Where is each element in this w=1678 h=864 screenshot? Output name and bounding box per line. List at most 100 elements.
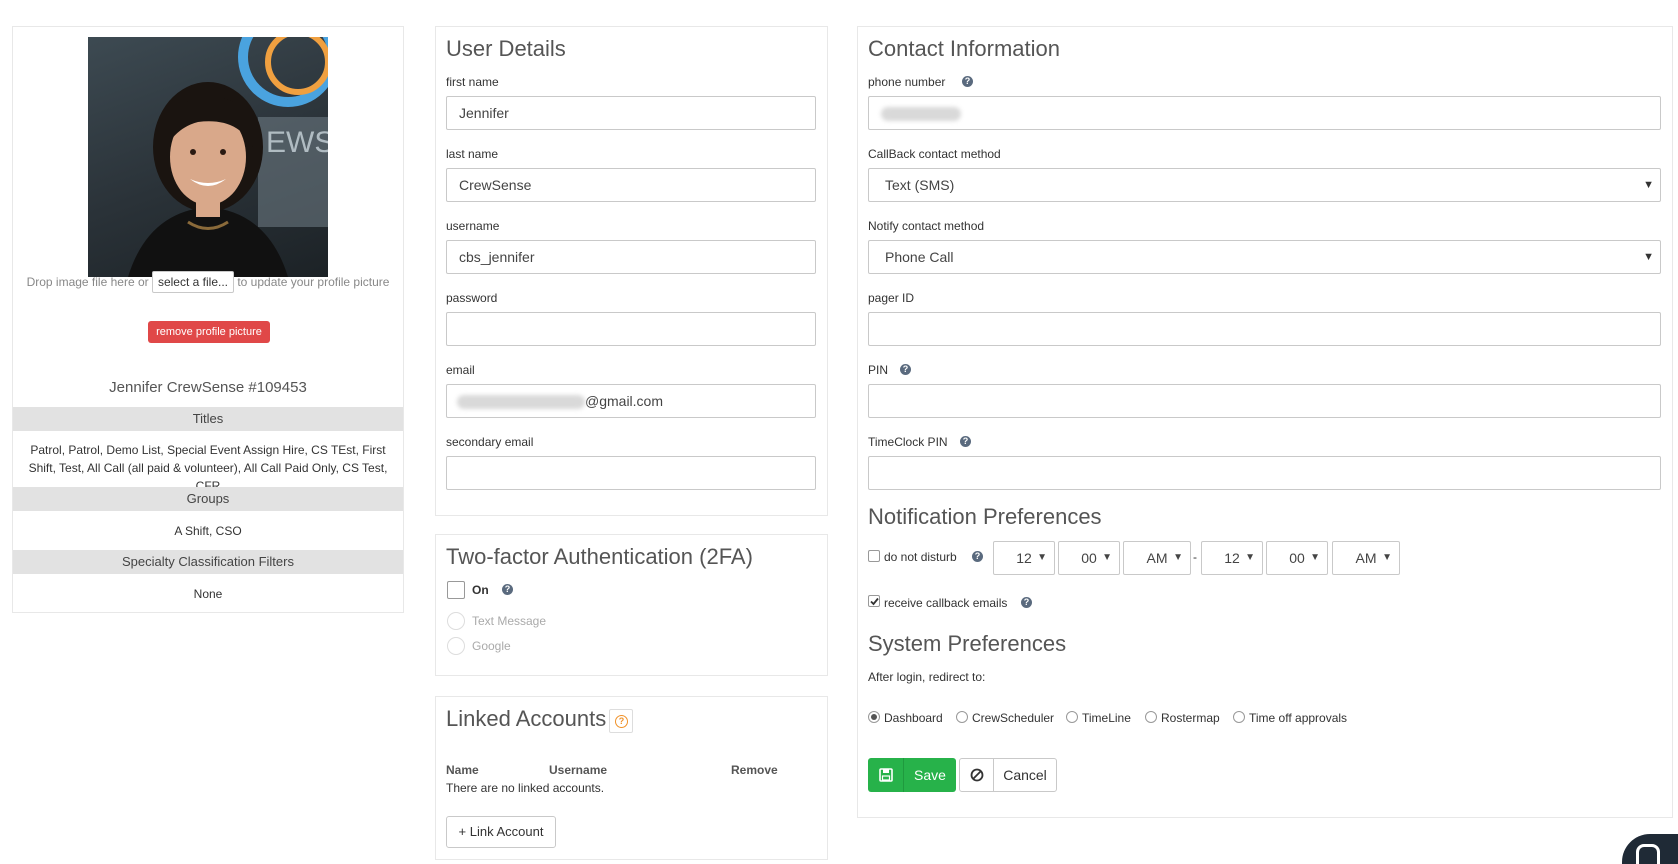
dnd-to-min-select[interactable]: 00 ▼ <box>1266 541 1328 575</box>
cancel-button[interactable]: Cancel <box>959 758 1057 792</box>
password-field[interactable] <box>446 312 816 346</box>
redirect-timeline-label: TimeLine <box>1082 711 1131 725</box>
do-not-disturb-checkbox[interactable] <box>868 550 880 562</box>
two-factor-on-checkbox[interactable] <box>447 581 465 599</box>
receive-callback-emails-label: receive callback emails <box>884 596 1008 610</box>
specialty-value: None <box>193 587 223 601</box>
phone-number-label: phone number <box>868 75 946 89</box>
save-icon <box>868 758 904 792</box>
radio-text-message[interactable] <box>447 612 465 630</box>
redirect-label: After login, redirect to: <box>868 670 986 684</box>
remove-profile-picture-button[interactable]: remove profile picture <box>148 321 270 343</box>
contact-heading: Contact Information <box>868 36 1060 61</box>
callback-emails-help-icon[interactable]: ? <box>1021 597 1032 608</box>
phone-help-icon[interactable]: ? <box>962 76 973 87</box>
profile-photo: EWS <box>88 37 328 277</box>
svg-text:EWS: EWS <box>266 126 328 159</box>
ban-icon <box>960 759 994 791</box>
pin-field[interactable] <box>868 384 1661 418</box>
dnd-dash: - <box>1193 550 1197 564</box>
notify-method-label: Notify contact method <box>868 219 985 233</box>
username-field[interactable]: cbs_jennifer <box>446 240 816 274</box>
username-label: username <box>446 219 500 233</box>
redirect-rostermap-label: Rostermap <box>1161 711 1220 725</box>
dnd-help-icon[interactable]: ? <box>972 551 983 562</box>
email-suffix: @gmail.com <box>585 393 664 409</box>
two-factor-help-icon[interactable]: ? <box>502 584 513 595</box>
dnd-to-min-value: 00 <box>1289 550 1305 566</box>
dnd-to-hour-value: 12 <box>1224 550 1240 566</box>
save-button[interactable]: Save <box>868 758 956 792</box>
callback-method-label: CallBack contact method <box>868 147 1001 161</box>
dnd-from-min-value: 00 <box>1081 550 1097 566</box>
link-account-button[interactable]: + Link Account <box>446 816 556 848</box>
drop-text-before: Drop image file here or <box>26 275 149 289</box>
select-file-button[interactable]: select a file... <box>151 271 234 293</box>
cancel-label: Cancel <box>1003 767 1047 783</box>
notification-preferences-heading: Notification Preferences <box>868 504 1102 529</box>
groups-value: A Shift, CSO <box>174 524 242 538</box>
drop-image-row: Drop image file here or select a file...… <box>13 271 403 293</box>
system-preferences-heading: System Preferences <box>868 631 1067 656</box>
phone-number-field[interactable] <box>868 96 1661 130</box>
dnd-to-ampm-select[interactable]: AM ▼ <box>1332 541 1400 575</box>
secondary-email-field[interactable] <box>446 456 816 490</box>
chevron-down-icon: ▼ <box>1173 552 1183 563</box>
redirect-crewscheduler-radio[interactable] <box>956 711 968 723</box>
first-name-field[interactable]: Jennifer <box>446 96 816 130</box>
chevron-down-icon: ▼ <box>1102 552 1112 563</box>
col-username: Username <box>549 763 608 777</box>
redirect-time-off-approvals-label: Time off approvals <box>1249 711 1348 725</box>
callback-method-select[interactable]: Text (SMS) ▼ <box>868 168 1661 202</box>
option-google: Google <box>472 639 511 653</box>
email-redacted <box>457 395 585 410</box>
redirect-time-off-approvals-radio[interactable] <box>1233 711 1245 723</box>
dnd-from-min-select[interactable]: 00 ▼ <box>1058 541 1120 575</box>
last-name-label: last name <box>446 147 499 161</box>
chevron-down-icon: ▼ <box>1037 552 1047 563</box>
profile-photo-illustration: EWS <box>128 37 328 277</box>
user-details-heading: User Details <box>446 36 566 61</box>
secondary-email-label: secondary email <box>446 435 534 449</box>
contact-panel <box>857 26 1673 818</box>
redirect-dashboard-radio[interactable] <box>868 711 880 723</box>
notify-method-select[interactable]: Phone Call ▼ <box>868 240 1661 274</box>
redirect-timeline-radio[interactable] <box>1066 711 1078 723</box>
pager-id-field[interactable] <box>868 312 1661 346</box>
timeclock-pin-help-icon[interactable]: ? <box>960 436 971 447</box>
linked-accounts-help-icon[interactable]: ? <box>609 709 633 733</box>
email-field[interactable]: @gmail.com <box>446 384 816 418</box>
dnd-from-ampm-value: AM <box>1146 550 1168 566</box>
dnd-to-hour-select[interactable]: 12 ▼ <box>1201 541 1263 575</box>
two-factor-on-label: On <box>472 583 489 597</box>
chevron-down-icon: ▼ <box>1382 552 1392 563</box>
pin-label: PIN <box>868 363 889 377</box>
pin-help-icon[interactable]: ? <box>900 364 911 375</box>
callback-method-value: Text (SMS) <box>885 177 955 193</box>
option-text-message: Text Message <box>472 614 547 628</box>
drop-text-after: to update your profile picture <box>237 275 390 289</box>
radio-google[interactable] <box>447 637 465 655</box>
receive-callback-emails-checkbox[interactable] <box>868 595 880 607</box>
timeclock-pin-field[interactable] <box>868 456 1661 490</box>
phone-redacted <box>881 107 961 122</box>
pager-id-label: pager ID <box>868 291 915 305</box>
do-not-disturb-label: do not disturb <box>884 550 957 564</box>
dnd-from-hour-select[interactable]: 12 ▼ <box>993 541 1055 575</box>
checkmark-icon <box>870 597 879 606</box>
chevron-down-icon: ▼ <box>1245 552 1255 563</box>
redirect-rostermap-radio[interactable] <box>1145 711 1157 723</box>
redirect-crewscheduler-label: CrewScheduler <box>972 711 1055 725</box>
two-factor-heading: Two-factor Authentication (2FA) <box>446 544 753 569</box>
password-label: password <box>446 291 498 305</box>
linked-accounts-heading: Linked Accounts <box>446 706 607 731</box>
notify-method-value: Phone Call <box>885 249 954 265</box>
profile-display-name: Jennifer CrewSense #109453 <box>109 379 307 396</box>
chat-widget-button[interactable] <box>1622 834 1678 864</box>
chevron-down-icon: ▼ <box>1643 179 1654 191</box>
email-label: email <box>446 363 475 377</box>
last-name-field[interactable]: CrewSense <box>446 168 816 202</box>
chevron-down-icon: ▼ <box>1310 552 1320 563</box>
col-remove: Remove <box>731 763 778 777</box>
dnd-from-ampm-select[interactable]: AM ▼ <box>1123 541 1191 575</box>
